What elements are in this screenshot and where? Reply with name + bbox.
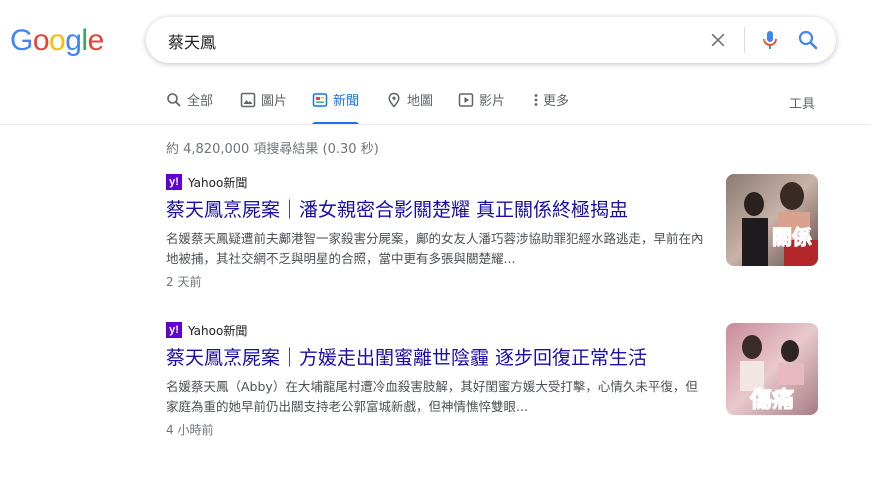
news-result: y! Yahoo新聞 蔡天鳳烹屍案｜方媛走出閨蜜離世陰霾 逐步回復正常生活 名媛… [166,321,826,438]
tab-images[interactable]: 圖片 [240,90,287,116]
search-input[interactable]: 蔡天鳳 [168,29,216,53]
tools-button[interactable]: 工具 [789,93,815,112]
result-time: 4 小時前 [166,423,214,437]
result-thumbnail[interactable]: 傷痛 [726,323,818,415]
google-logo[interactable]: Google [10,23,104,59]
result-thumbnail[interactable]: 關係 [726,174,818,266]
tab-label: 影片 [479,94,506,109]
header-divider [0,124,871,125]
source-name: Yahoo新聞 [188,175,248,190]
result-snippet: 名媛蔡天鳳疑遭前夫鄺港智一家殺害分屍案，鄺的女友人潘巧蓉涉協助罪犯經水路逃走，早… [166,231,704,266]
video-icon [458,93,474,107]
yahoo-icon: y! [166,174,182,190]
thumbnail-image: 關係 [726,174,818,266]
search-icon[interactable] [796,28,820,52]
news-result: y! Yahoo新聞 蔡天鳳烹屍案｜潘女親密合影關楚耀 真正關係終極揭盅 名媛蔡… [166,173,826,290]
source-name: Yahoo新聞 [188,323,248,338]
search-box[interactable]: 蔡天鳳 [146,17,836,63]
tab-news[interactable]: 新聞 [312,90,360,125]
tab-label: 圖片 [261,94,288,109]
result-snippet: 名媛蔡天鳳（Abby）在大埔龍尾村遭冷血殺害肢解，其好閨蜜方媛大受打擊，心情久未… [166,379,698,414]
logo-letter: g [65,24,82,57]
logo-letter: e [87,24,105,57]
tab-label: 地圖 [407,94,434,109]
logo-letter: o [49,24,66,57]
tab-label: 更多 [543,94,570,109]
tab-more[interactable]: 更多 [532,90,569,116]
map-pin-icon [388,92,400,108]
result-time: 2 天前 [166,275,202,289]
logo-letter: G [10,24,33,57]
tab-label: 全部 [187,94,214,109]
news-icon [312,93,328,107]
clear-icon[interactable] [708,30,728,50]
thumbnail-image: 傷痛 [726,323,818,415]
more-vert-icon [534,94,538,106]
thumbnail-caption: 關係 [772,225,812,249]
search-icon [167,93,181,107]
tab-videos[interactable]: 影片 [458,90,505,116]
tab-label: 新聞 [333,94,360,109]
tab-all[interactable]: 全部 [166,90,213,116]
image-icon [240,92,256,108]
logo-letter: o [32,24,50,57]
tab-maps[interactable]: 地圖 [386,90,433,116]
yahoo-icon: y! [166,322,182,338]
search-divider [744,27,745,53]
thumbnail-caption: 傷痛 [749,387,794,413]
mic-icon[interactable] [758,28,782,52]
result-stats: 約 4,820,000 項搜尋結果 (0.30 秒) [166,142,379,157]
